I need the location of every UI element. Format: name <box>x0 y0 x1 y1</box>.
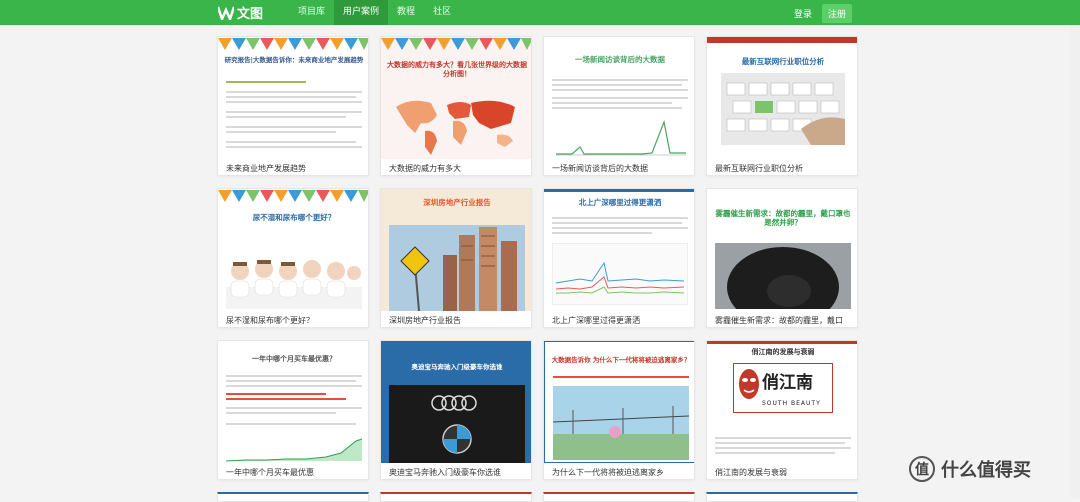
opera-mask-icon <box>739 369 759 399</box>
case-card[interactable]: 尿不湿和尿布哪个更好？ 尿不湿和尿布哪个更好？ <box>217 188 369 328</box>
case-card[interactable]: 北上广深哪里过得更潇洒 北上广深哪里过得更潇洒 <box>543 188 695 328</box>
case-thumbnail: 大数据的威力有多大？看几张世界级的大数据分析图！ <box>381 37 531 159</box>
thumb-title: 一场新闻访谈背后的大数据 <box>575 55 665 64</box>
thumb-title: 深圳房地产行业报告 <box>423 198 491 207</box>
nav-user-cases[interactable]: 用户案例 <box>334 0 389 25</box>
smzdm-logo-icon: 值 <box>909 456 935 482</box>
site-logo[interactable]: 文图 <box>218 3 263 22</box>
case-caption: 北上广深哪里过得更潇洒 <box>552 316 640 325</box>
login-link[interactable]: 登录 <box>794 7 812 20</box>
case-thumbnail: 研究报告|大数据告诉你：未来商业地产发展趋势 <box>218 37 368 159</box>
babies-image <box>226 260 362 309</box>
brand-logo-cn: 俏江南 <box>762 373 813 393</box>
thumb-title: 一年中哪个月买车最优惠？ <box>252 355 336 363</box>
case-card[interactable]: 大数据的威力有多大？看几张世界级的大数据分析图！ 大数据的威力有多大 <box>380 36 532 176</box>
case-caption: 未来商业地产发展趋势 <box>226 164 306 173</box>
thumb-title: 俏江南的发展与衰弱 <box>751 348 815 356</box>
thumb-title: 大数据的威力有多大？看几张世界级的大数据分析图！ <box>387 61 527 78</box>
triangle-banner-decor <box>218 38 368 50</box>
case-caption: 尿不湿和尿布哪个更好？ <box>226 316 314 325</box>
case-thumbnail: 深圳房地产行业报告 <box>381 189 531 311</box>
case-thumbnail: 一年中哪个月买车最优惠？ <box>218 341 368 463</box>
case-thumbnail: 雾霾催生新需求：故都的霾里，戴口罩也是然并卵？ <box>707 189 857 311</box>
case-card-partial[interactable] <box>706 492 858 502</box>
auth-area: 登录 注册 <box>794 4 853 23</box>
case-card-partial[interactable] <box>217 492 369 502</box>
case-caption: 深圳房地产行业报告 <box>389 316 461 325</box>
line-chart-image <box>556 119 686 156</box>
train-landscape-image <box>553 386 689 460</box>
case-card[interactable]: 一场新闻访谈背后的大数据 一场新闻访谈背后的大数据 <box>543 36 695 176</box>
case-card[interactable]: 雾霾催生新需求：故都的霾里，戴口罩也是然并卵？ 雾霾催生新需求：故都的霾里，戴口 <box>706 188 858 328</box>
nav-project-library[interactable]: 项目库 <box>289 0 334 25</box>
case-card-partial[interactable] <box>380 492 532 502</box>
register-button[interactable]: 注册 <box>822 4 853 23</box>
triangle-banner-decor <box>381 38 531 50</box>
thumb-title: 北上广深哪里过得更潇洒 <box>578 198 662 207</box>
case-thumbnail: 北上广深哪里过得更潇洒 <box>544 189 694 311</box>
case-thumbnail: 奥迪宝马奔驰入门级豪车你选谁 <box>381 341 531 463</box>
case-caption: 大数据的威力有多大 <box>389 164 461 173</box>
case-thumbnail: 一场新闻访谈背后的大数据 <box>544 37 694 159</box>
thumb-title: 最新互联网行业职位分析 <box>741 57 825 66</box>
nav-tutorials[interactable]: 教程 <box>388 0 424 25</box>
page-scrollbar[interactable] <box>1070 25 1080 498</box>
logo-w-icon <box>218 6 234 20</box>
case-thumbnail: 尿不湿和尿布哪个更好？ <box>218 189 368 311</box>
buildings-image <box>389 225 525 311</box>
case-card[interactable]: 大数据告诉你 为什么下一代将将被迫逃离家乡？ 为什么下一代将将被迫逃离家乡 <box>543 340 695 480</box>
case-thumbnail: 最新互联网行业职位分析 <box>707 37 857 159</box>
logo-text: 文图 <box>237 7 264 22</box>
case-thumbnail: 大数据告诉你 为什么下一代将将被迫逃离家乡？ <box>544 341 694 463</box>
case-caption: 奥迪宝马奔驰入门级豪车你选谁 <box>389 468 501 477</box>
case-thumbnail: 俏江南的发展与衰弱 俏江南 SOUTH BEAUTY <box>707 341 857 463</box>
multi-line-chart-image <box>552 243 688 305</box>
case-card[interactable]: 深圳房地产行业报告 深圳房地产行业报告 <box>380 188 532 328</box>
car-logos-image <box>389 385 525 463</box>
main-nav: 项目库 用户案例 教程 社区 <box>289 0 460 25</box>
keyboard-image <box>721 73 845 145</box>
case-caption: 俏江南的发展与衰弱 <box>715 468 787 477</box>
case-caption: 为什么下一代将将被迫逃离家乡 <box>552 468 664 477</box>
top-navbar: 文图 项目库 用户案例 教程 社区 登录 注册 <box>0 0 1080 25</box>
thumb-title: 大数据告诉你 为什么下一代将将被迫逃离家乡？ <box>551 356 691 364</box>
case-caption: 一场新闻访谈背后的大数据 <box>552 164 648 173</box>
world-map-image <box>396 100 515 155</box>
case-card[interactable]: 研究报告|大数据告诉你：未来商业地产发展趋势 未来商业地产发展趋势 <box>217 36 369 176</box>
thumb-title: 研究报告|大数据告诉你：未来商业地产发展趋势 <box>224 56 364 64</box>
case-caption: 一年中哪个月买车最优惠 <box>226 468 314 477</box>
watermark-text: 什么值得买 <box>941 460 1031 481</box>
case-card[interactable]: 奥迪宝马奔驰入门级豪车你选谁 奥迪宝马奔驰入门级豪车你选谁 <box>380 340 532 480</box>
case-card[interactable]: 俏江南的发展与衰弱 俏江南 SOUTH BEAUTY 俏江南的发展与衰弱 <box>706 340 858 480</box>
nav-community[interactable]: 社区 <box>424 0 460 25</box>
south-beauty-logo: 俏江南 SOUTH BEAUTY <box>733 363 833 413</box>
case-caption: 最新互联网行业职位分析 <box>715 164 803 173</box>
brand-logo-en: SOUTH BEAUTY <box>762 400 821 407</box>
area-chart-image <box>226 438 362 462</box>
case-card[interactable]: 最新互联网行业职位分析 最新互联网行业职位分析 <box>706 36 858 176</box>
watermark: 值 什么值得买 <box>909 456 1031 482</box>
thumb-title: 雾霾催生新需求：故都的霾里，戴口罩也是然并卵？ <box>715 209 851 227</box>
case-card-partial[interactable] <box>543 492 695 502</box>
masked-person-image <box>715 243 851 309</box>
thumb-title: 奥迪宝马奔驰入门级豪车你选谁 <box>411 363 503 371</box>
triangle-banner-decor <box>218 190 368 202</box>
thumb-title: 尿不湿和尿布哪个更好？ <box>252 213 336 222</box>
case-caption: 雾霾催生新需求：故都的霾里，戴口 <box>715 316 843 325</box>
case-card[interactable]: 一年中哪个月买车最优惠？ 一年中哪个月买车最优惠 <box>217 340 369 480</box>
